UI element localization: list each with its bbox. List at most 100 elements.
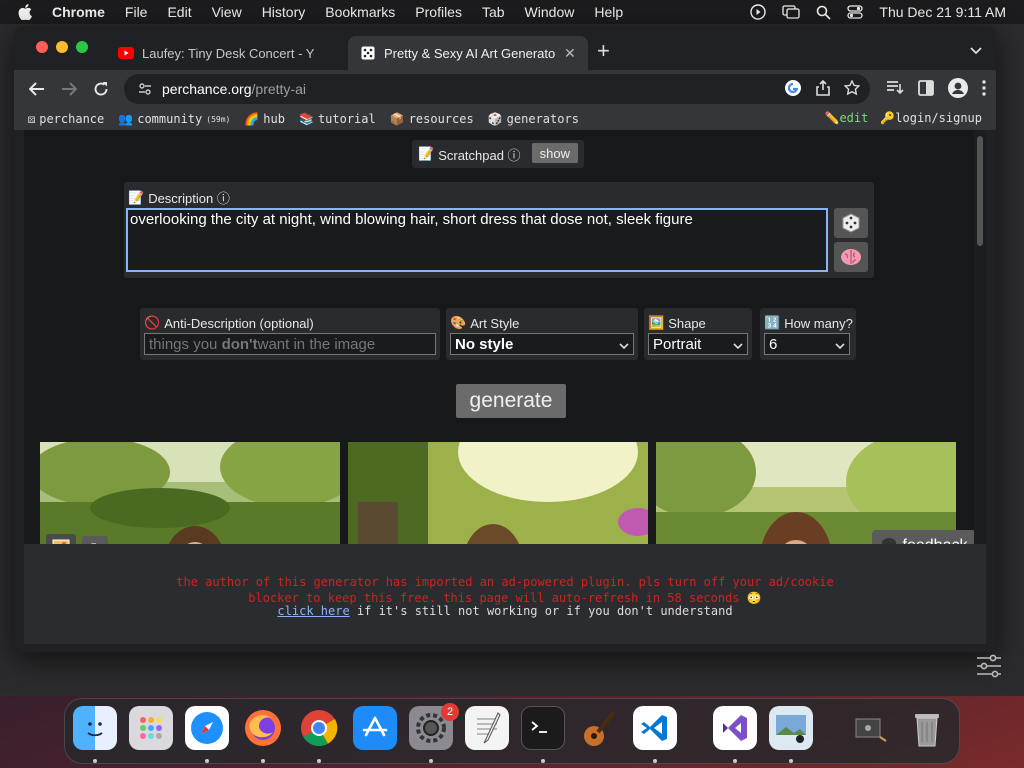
- back-arrow-icon[interactable]: [26, 78, 48, 100]
- url-path: /pretty-ai: [251, 81, 306, 97]
- running-indicator: [733, 759, 737, 763]
- generator-page: 📝 Scratchpad ⓘ show 📝 Description ⓘ over…: [24, 130, 986, 544]
- scrollbar-thumb[interactable]: [977, 136, 983, 246]
- how-many-select[interactable]: 6: [764, 333, 850, 355]
- visual-studio-icon[interactable]: [713, 706, 757, 750]
- brain-enhance-button[interactable]: [834, 242, 868, 272]
- expand-arrow-icon[interactable]: [82, 536, 108, 544]
- menu-app-chrome[interactable]: Chrome: [52, 4, 105, 20]
- generated-image-1[interactable]: [40, 442, 340, 544]
- nav-perchance[interactable]: ⚄ perchance: [28, 112, 104, 126]
- menu-window[interactable]: Window: [525, 4, 575, 20]
- menubar-clock[interactable]: Thu Dec 21 9:11 AM: [879, 4, 1006, 20]
- scratchpad-bar: 📝 Scratchpad ⓘ show: [412, 140, 584, 168]
- description-input[interactable]: overlooking the city at night, wind blow…: [126, 208, 828, 272]
- spotlight-search-icon[interactable]: [816, 5, 832, 20]
- memo-icon: 📝: [128, 189, 145, 205]
- nav-generators[interactable]: 🎲 generators: [488, 112, 579, 126]
- feedback-button[interactable]: feedback: [872, 530, 976, 544]
- how-many-label: 🔢 How many?: [764, 315, 853, 331]
- google-lens-icon[interactable]: [784, 79, 802, 100]
- trash-icon[interactable]: [905, 706, 949, 750]
- zoom-window-button[interactable]: [76, 41, 88, 53]
- vscode-icon[interactable]: [633, 706, 677, 750]
- terminal-icon[interactable]: [521, 706, 565, 750]
- framed-picture-icon: 🖼️: [648, 315, 665, 330]
- chrome-icon[interactable]: [297, 706, 341, 750]
- nav-tutorial[interactable]: 📚 tutorial: [299, 112, 376, 126]
- page-scrollbar[interactable]: [974, 130, 986, 544]
- tab-pretty-ai[interactable]: Pretty & Sexy AI Art Generator ✕: [348, 36, 588, 70]
- menu-view[interactable]: View: [212, 4, 242, 20]
- dice-icon: 🎲: [487, 112, 503, 126]
- nav-resources[interactable]: 📦 resources: [390, 112, 474, 126]
- menu-history[interactable]: History: [262, 4, 306, 20]
- app-store-icon[interactable]: [353, 706, 397, 750]
- tab-search-chevron-icon[interactable]: [970, 42, 982, 60]
- address-bar[interactable]: perchance.org/pretty-ai: [124, 74, 870, 104]
- tab-laufey[interactable]: Laufey: Tiny Desk Concert - Yo: [106, 36, 346, 70]
- share-icon[interactable]: [816, 79, 830, 99]
- art-style-select[interactable]: No style: [450, 333, 634, 355]
- art-style-label: 🎨 Art Style: [450, 315, 520, 331]
- shape-select[interactable]: Portrait: [648, 333, 748, 355]
- scratchpad-show-button[interactable]: show: [531, 143, 578, 163]
- preview-icon[interactable]: [769, 706, 813, 750]
- sliders-icon[interactable]: [976, 654, 1002, 683]
- anti-description-input[interactable]: things you don't want in the image: [144, 333, 436, 355]
- generated-image-2[interactable]: [348, 442, 648, 544]
- forward-arrow-icon[interactable]: [58, 78, 80, 100]
- close-tab-icon[interactable]: ✕: [564, 45, 576, 62]
- menu-tab[interactable]: Tab: [482, 4, 505, 20]
- login-signup-link[interactable]: 🔑login/signup: [880, 111, 982, 125]
- launchpad-icon[interactable]: [129, 706, 173, 750]
- settings-badge: 2: [441, 703, 459, 721]
- minimize-window-button[interactable]: [56, 41, 68, 53]
- new-tab-button[interactable]: +: [597, 38, 610, 64]
- firefox-icon[interactable]: [241, 706, 285, 750]
- menu-help[interactable]: Help: [594, 4, 623, 20]
- adblock-notice: the author of this generator has importe…: [24, 544, 986, 644]
- tab-strip: Laufey: Tiny Desk Concert - Yo Pretty & …: [14, 26, 996, 70]
- random-dice-button[interactable]: [834, 208, 868, 238]
- nav-community[interactable]: 👥 community (59m): [118, 112, 230, 126]
- profile-avatar-icon[interactable]: [948, 78, 968, 103]
- click-here-link[interactable]: click here: [277, 604, 349, 618]
- screen-mirroring-icon[interactable]: [782, 5, 801, 19]
- image-gallery-button[interactable]: [46, 534, 76, 544]
- screenshot-icon[interactable]: [849, 706, 893, 750]
- reload-icon[interactable]: [90, 78, 112, 100]
- reading-list-icon[interactable]: [886, 80, 904, 101]
- menu-file[interactable]: File: [125, 4, 148, 20]
- edit-link[interactable]: ✏️edit: [824, 111, 868, 125]
- garageband-icon[interactable]: [577, 706, 621, 750]
- side-panel-icon[interactable]: [918, 80, 934, 101]
- tab-title: Laufey: Tiny Desk Concert - Yo: [142, 45, 314, 61]
- menu-edit[interactable]: Edit: [167, 4, 191, 20]
- play-circle-icon[interactable]: [750, 4, 767, 20]
- finder-icon[interactable]: [73, 706, 117, 750]
- menu-bookmarks[interactable]: Bookmarks: [325, 4, 395, 20]
- perchance-dice-icon: [360, 45, 376, 61]
- generate-button[interactable]: generate: [456, 384, 566, 418]
- textedit-icon[interactable]: [465, 706, 509, 750]
- menu-profiles[interactable]: Profiles: [415, 4, 462, 20]
- running-indicator: [261, 759, 265, 763]
- bookmark-star-icon[interactable]: [843, 79, 861, 99]
- kebab-menu-icon[interactable]: [982, 80, 986, 101]
- safari-icon[interactable]: [185, 706, 229, 750]
- apple-icon[interactable]: [18, 4, 36, 20]
- how-many-section: 🔢 How many? 6: [760, 308, 856, 360]
- speech-bubble-icon: [881, 537, 897, 544]
- art-style-section: 🎨 Art Style No style: [446, 308, 638, 360]
- prohibited-icon: 🚫: [144, 315, 161, 330]
- shape-label: 🖼️ Shape: [648, 315, 706, 331]
- generated-image-3[interactable]: [656, 442, 956, 544]
- close-window-button[interactable]: [36, 41, 48, 53]
- nav-hub[interactable]: 🌈 hub: [244, 112, 285, 126]
- control-center-icon[interactable]: [847, 5, 864, 19]
- dock: 2: [64, 698, 960, 764]
- tab-title: Pretty & Sexy AI Art Generator: [384, 45, 556, 61]
- browser-toolbar: perchance.org/pretty-ai: [14, 70, 996, 108]
- site-info-icon[interactable]: [138, 82, 152, 96]
